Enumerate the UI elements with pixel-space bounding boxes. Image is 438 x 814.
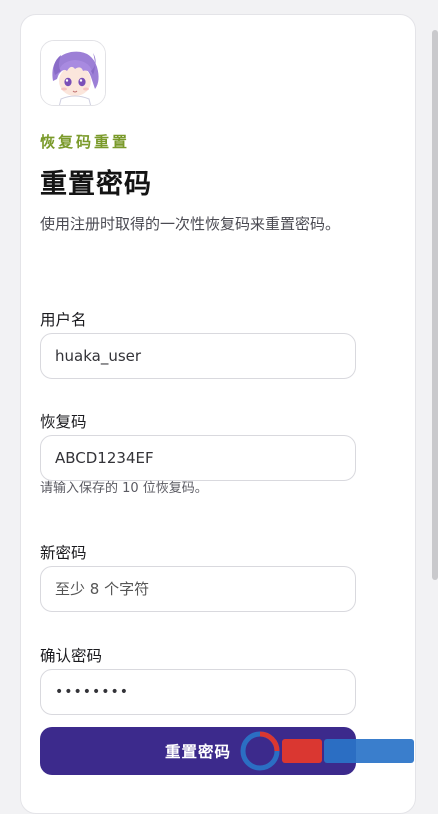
new-password-label: 新密码 xyxy=(40,544,87,562)
new-password-input[interactable] xyxy=(40,566,356,612)
recovery-code-input[interactable] xyxy=(40,435,356,481)
confirm-password-input[interactable] xyxy=(40,669,356,715)
username-label: 用户名 xyxy=(40,311,87,329)
confirm-password-label: 确认密码 xyxy=(40,647,103,665)
scrollbar[interactable] xyxy=(432,30,438,580)
page-title: 重置密码 xyxy=(40,169,152,200)
recovery-code-label: 恢复码 xyxy=(40,413,87,431)
eyebrow-label: 恢复码重置 xyxy=(40,133,131,151)
app-logo-avatar xyxy=(40,40,106,106)
recovery-code-hint: 请输入保存的 10 位恢复码。 xyxy=(40,481,208,496)
username-input[interactable] xyxy=(40,333,356,379)
site-watermark-logo xyxy=(238,730,420,772)
page-subtitle: 使用注册时取得的一次性恢复码来重置密码。 xyxy=(40,215,341,233)
